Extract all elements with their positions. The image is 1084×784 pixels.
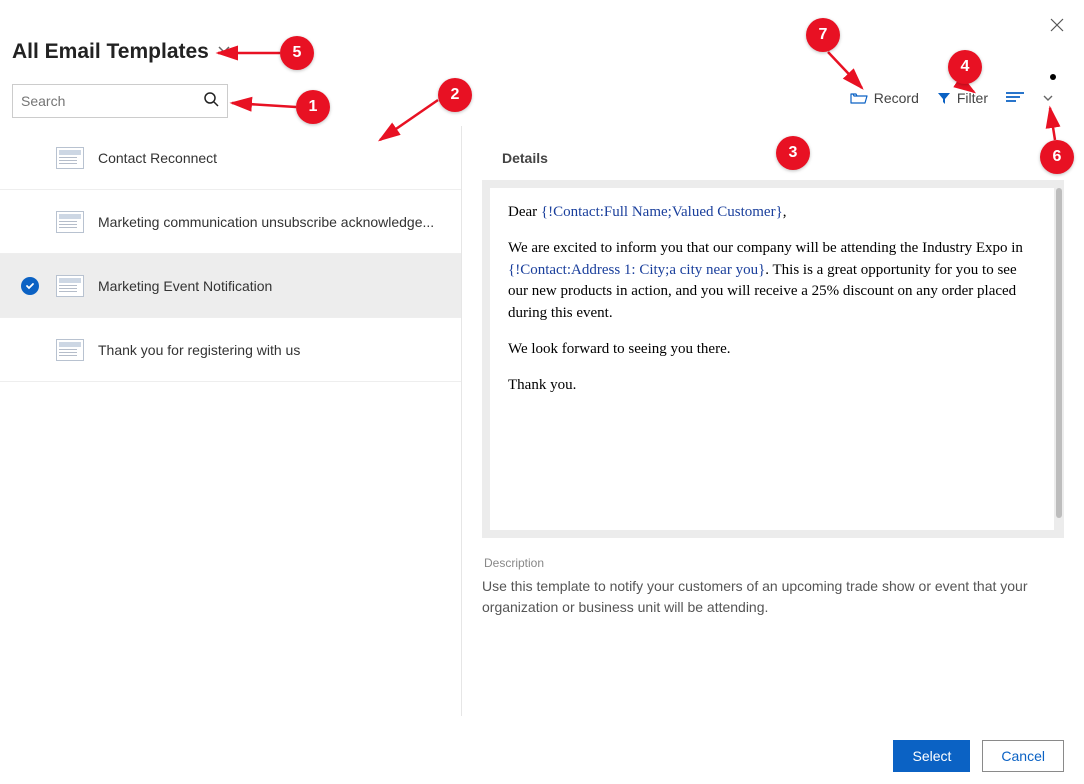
cancel-button[interactable]: Cancel <box>982 740 1064 772</box>
status-dot <box>1050 74 1056 80</box>
list-item[interactable]: Marketing communication unsubscribe ackn… <box>0 190 461 254</box>
details-panel: Details Dear {!Contact:Full Name;Valued … <box>462 126 1084 716</box>
record-label: Record <box>874 90 919 106</box>
list-item-label: Marketing communication unsubscribe ackn… <box>98 214 434 230</box>
search-input-wrapper[interactable] <box>12 84 228 118</box>
merge-token: {!Contact:Address 1: City;a city near yo… <box>508 262 765 278</box>
filter-button[interactable]: Filter <box>937 90 988 106</box>
chevron-down-icon <box>217 43 231 62</box>
check-slot <box>18 277 42 295</box>
search-input[interactable] <box>21 93 203 109</box>
list-item[interactable]: Marketing Event Notification <box>0 254 461 318</box>
selected-check-icon <box>21 277 39 295</box>
list-item[interactable]: Contact Reconnect <box>0 126 461 190</box>
template-thumbnail-icon <box>56 147 84 169</box>
callout-4: 4 <box>948 50 982 84</box>
view-selector[interactable]: All Email Templates <box>12 40 231 64</box>
list-item-label: Contact Reconnect <box>98 150 217 166</box>
preview-frame: Dear {!Contact:Full Name;Valued Customer… <box>482 180 1064 538</box>
callout-1: 1 <box>296 90 330 124</box>
close-button[interactable] <box>1050 18 1064 37</box>
callout-2: 2 <box>438 78 472 112</box>
sort-button[interactable] <box>1006 92 1024 104</box>
sort-lines-icon <box>1006 92 1024 104</box>
preview-text: Dear <box>508 204 541 220</box>
filter-icon <box>937 91 951 105</box>
template-list: Contact Reconnect Marketing communicatio… <box>0 126 462 716</box>
template-thumbnail-icon <box>56 339 84 361</box>
preview-text: Thank you. <box>508 375 1036 397</box>
details-heading: Details <box>482 126 1064 180</box>
callout-6: 6 <box>1040 140 1074 174</box>
template-thumbnail-icon <box>56 275 84 297</box>
button-label: Cancel <box>1001 748 1045 764</box>
record-button[interactable]: Record <box>850 90 919 106</box>
description-label: Description <box>484 556 1064 570</box>
preview-text: We look forward to seeing you there. <box>508 339 1036 361</box>
list-item[interactable]: Thank you for registering with us <box>0 318 461 382</box>
button-label: Select <box>912 748 951 764</box>
merge-token: {!Contact:Full Name;Valued Customer} <box>541 204 783 220</box>
callout-7: 7 <box>806 18 840 52</box>
callout-5: 5 <box>280 36 314 70</box>
callout-3: 3 <box>776 136 810 170</box>
template-thumbnail-icon <box>56 211 84 233</box>
preview-body: Dear {!Contact:Full Name;Valued Customer… <box>490 188 1054 530</box>
folder-open-icon <box>850 91 868 105</box>
list-item-label: Thank you for registering with us <box>98 342 300 358</box>
filter-label: Filter <box>957 90 988 106</box>
toolbar: Record Filter <box>850 90 1054 106</box>
preview-text: , <box>783 204 787 220</box>
list-item-label: Marketing Event Notification <box>98 278 272 294</box>
scrollbar-thumb[interactable] <box>1056 188 1062 518</box>
select-button[interactable]: Select <box>893 740 970 772</box>
dialog-footer: Select Cancel <box>893 740 1064 772</box>
description-text: Use this template to notify your custome… <box>482 576 1064 618</box>
chevron-down-icon <box>1042 92 1054 104</box>
toolbar-expand-button[interactable] <box>1042 92 1054 104</box>
page-title: All Email Templates <box>12 40 209 64</box>
search-icon[interactable] <box>203 91 219 112</box>
preview-text: We are excited to inform you that our co… <box>508 240 1023 256</box>
